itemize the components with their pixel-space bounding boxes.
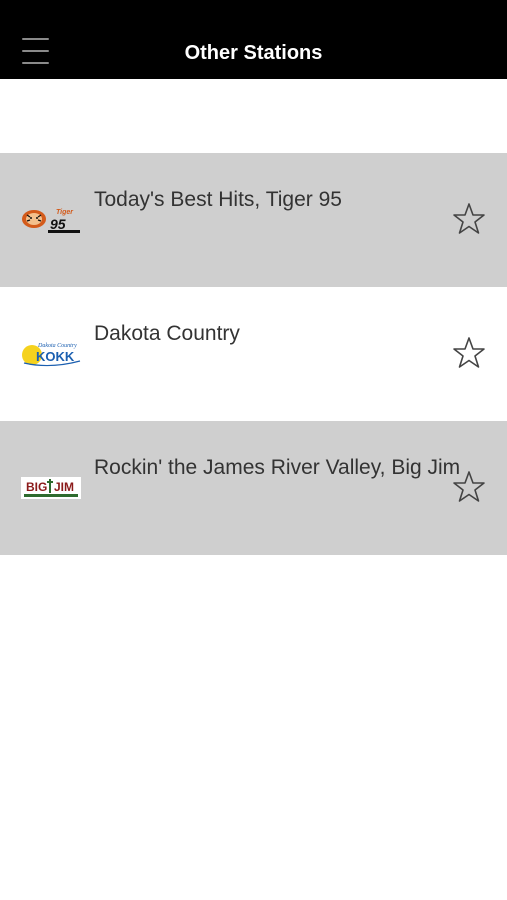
- station-row-tiger-95[interactable]: Tiger 95 Today's Best Hits, Tiger 95: [0, 153, 507, 287]
- dakota-country-kokk-logo: Dakota Country KOKK: [22, 343, 81, 367]
- station-row-dakota-country[interactable]: Dakota Country KOKK Dakota Country: [0, 287, 507, 421]
- svg-text:KOKK: KOKK: [36, 349, 75, 364]
- station-name: Today's Best Hits, Tiger 95: [94, 188, 342, 211]
- star-outline-icon[interactable]: [452, 202, 486, 236]
- station-list: Tiger 95 Today's Best Hits, Tiger 95 Dak…: [0, 153, 507, 555]
- svg-text:BIG: BIG: [26, 480, 47, 494]
- station-row-big-jim[interactable]: BIG JIM Rockin' the James River Valley, …: [0, 421, 507, 555]
- svg-text:95: 95: [50, 216, 66, 232]
- big-jim-logo: BIG JIM: [21, 477, 81, 499]
- top-nav-bar: Other Stations: [0, 0, 507, 79]
- page-title: Other Stations: [184, 42, 323, 64]
- app-screen: Other Stations Tiger 95 Today's Best Hit…: [0, 0, 507, 900]
- tiger-95-logo: Tiger 95: [22, 209, 80, 233]
- svg-text:Tiger: Tiger: [56, 209, 74, 216]
- svg-text:JIM: JIM: [54, 480, 74, 494]
- star-outline-icon[interactable]: [452, 336, 486, 370]
- star-outline-icon[interactable]: [452, 470, 486, 504]
- station-name: Dakota Country: [94, 322, 240, 345]
- station-name: Rockin' the James River Valley, Big Jim: [94, 456, 461, 479]
